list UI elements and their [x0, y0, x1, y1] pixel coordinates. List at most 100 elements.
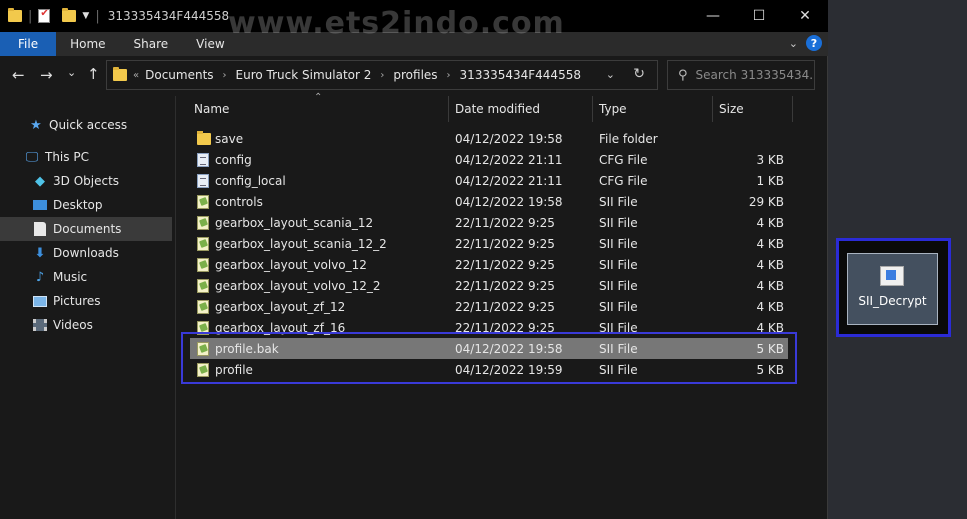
expand-ribbon-icon[interactable]: ⌄	[789, 37, 798, 50]
breadcrumb-overflow-icon[interactable]: «	[133, 70, 139, 81]
sidebar-item-label: This PC	[45, 150, 89, 164]
sidebar-item-label: Quick access	[49, 118, 128, 132]
file-name: gearbox_layout_scania_12_2	[215, 236, 387, 251]
address-dropdown-icon[interactable]: ⌄	[606, 68, 615, 81]
toolbar-divider: |	[28, 8, 33, 24]
breadcrumb-ets2[interactable]: Euro Truck Simulator 2	[236, 68, 372, 82]
search-placeholder: Search 313335434...	[695, 68, 814, 82]
chevron-right-icon[interactable]: ›	[447, 70, 451, 81]
cfg-file-icon	[197, 173, 209, 188]
file-list: ⌃ Name Date modified Type Size save 04/12…	[176, 92, 828, 519]
cube-icon: ◆	[35, 173, 45, 189]
file-row[interactable]: gearbox_layout_volvo_12 22/11/2022 9:25 SI…	[190, 254, 788, 275]
file-date-modified: 22/11/2022 9:25	[455, 257, 555, 272]
tab-file[interactable]: File	[0, 32, 57, 56]
window-controls: — ☐ ✕	[690, 0, 828, 32]
sidebar-item-desktop[interactable]: Desktop	[0, 193, 172, 217]
properties-icon[interactable]	[38, 8, 51, 23]
minimize-button[interactable]: —	[690, 0, 736, 32]
sidebar-item-music[interactable]: ♪ Music	[0, 265, 172, 289]
breadcrumb-profiles[interactable]: profiles	[393, 68, 437, 82]
explorer-window: | ▼ | 313335434F444558 — ☐ ✕ File Home S…	[0, 0, 828, 519]
application-icon[interactable]	[880, 266, 904, 286]
file-date-modified: 22/11/2022 9:25	[455, 215, 555, 230]
file-date-modified: 22/11/2022 9:25	[455, 278, 555, 293]
file-date-modified: 04/12/2022 19:58	[455, 194, 563, 209]
chevron-right-icon[interactable]: ›	[223, 70, 227, 81]
sii-file-icon	[197, 236, 209, 251]
folder-icon	[8, 8, 22, 22]
sidebar-item-label: Downloads	[53, 246, 119, 260]
file-type: SII File	[599, 194, 638, 209]
address-bar[interactable]: « Documents › Euro Truck Simulator 2 › p…	[106, 60, 658, 90]
sidebar-item-pictures[interactable]: Pictures	[0, 289, 172, 313]
shortcut-label[interactable]: SII_Decrypt	[847, 294, 938, 308]
file-row[interactable]: gearbox_layout_scania_12_2 22/11/2022 9:2…	[190, 233, 788, 254]
file-name: save	[215, 131, 244, 146]
address-folder-icon	[113, 67, 127, 81]
column-header-size[interactable]: Size	[713, 96, 793, 122]
file-row[interactable]: config 04/12/2022 21:11 CFG File 3 KB	[190, 149, 788, 170]
breadcrumb-documents[interactable]: Documents	[145, 68, 213, 82]
file-size: 1 KB	[756, 173, 784, 188]
quick-access-toolbar: | ▼ |	[8, 8, 102, 24]
file-row[interactable]: config_local 04/12/2022 21:11 CFG File 1 KB	[190, 170, 788, 191]
tab-share[interactable]: Share	[120, 32, 183, 56]
file-type: SII File	[599, 236, 638, 251]
music-icon: ♪	[35, 269, 45, 285]
file-type: File folder	[599, 131, 658, 146]
videos-icon	[32, 318, 48, 332]
back-button[interactable]: ←	[12, 66, 25, 84]
sidebar-item-documents[interactable]: Documents	[0, 217, 172, 241]
up-button[interactable]: ↑	[87, 65, 100, 83]
recent-locations-button[interactable]: ⌄	[67, 66, 76, 79]
sidebar-item-downloads[interactable]: ⬇ Downloads	[0, 241, 172, 265]
sii-file-icon	[197, 278, 209, 293]
customize-toolbar-icon[interactable]: ▼	[82, 11, 89, 21]
refresh-icon[interactable]: ↻	[633, 66, 645, 82]
file-name: gearbox_layout_volvo_12_2	[215, 278, 381, 293]
sidebar-item-label: 3D Objects	[53, 174, 120, 188]
file-size: 4 KB	[756, 215, 784, 230]
pictures-icon	[32, 294, 48, 308]
new-folder-icon[interactable]	[62, 8, 77, 22]
sidebar-item-3d-objects[interactable]: ◆ 3D Objects	[0, 169, 172, 193]
sidebar-item-label: Desktop	[53, 198, 103, 212]
file-size: 4 KB	[756, 236, 784, 251]
file-name: gearbox_layout_volvo_12	[215, 257, 367, 272]
window-title: 313335434F444558	[107, 9, 230, 23]
tab-view[interactable]: View	[182, 32, 238, 56]
maximize-button[interactable]: ☐	[736, 0, 782, 32]
chevron-right-icon[interactable]: ›	[380, 70, 384, 81]
sidebar-item-this-pc[interactable]: 🖵 This PC	[0, 145, 172, 169]
star-icon: ★	[30, 117, 42, 133]
file-size: 4 KB	[756, 257, 784, 272]
help-icon[interactable]: ?	[806, 35, 822, 51]
sidebar-item-videos[interactable]: Videos	[0, 313, 172, 337]
file-name: gearbox_layout_zf_12	[215, 299, 346, 314]
column-header-type[interactable]: Type	[593, 96, 713, 122]
file-row[interactable]: controls 04/12/2022 19:58 SII File 29 KB	[190, 191, 788, 212]
tab-home[interactable]: Home	[56, 32, 119, 56]
file-date-modified: 22/11/2022 9:25	[455, 299, 555, 314]
sidebar-item-quick-access[interactable]: ★ Quick access	[0, 113, 172, 137]
forward-button[interactable]: →	[40, 66, 53, 84]
title-divider: |	[95, 8, 100, 24]
file-row[interactable]: save 04/12/2022 19:58 File folder	[190, 128, 788, 149]
file-row[interactable]: gearbox_layout_volvo_12_2 22/11/2022 9:25…	[190, 275, 788, 296]
desktop-shortcut[interactable]	[847, 253, 938, 325]
file-size: 29 KB	[748, 194, 784, 209]
file-row[interactable]: gearbox_layout_zf_12 22/11/2022 9:25 SII F…	[190, 296, 788, 317]
close-button[interactable]: ✕	[782, 0, 828, 32]
file-row[interactable]: gearbox_layout_scania_12 22/11/2022 9:25 S…	[190, 212, 788, 233]
ribbon-right: ⌄ ?	[789, 35, 822, 51]
column-header-name[interactable]: Name	[188, 96, 449, 122]
column-header-date[interactable]: Date modified	[449, 96, 593, 122]
breadcrumb-current[interactable]: 313335434F444558	[460, 68, 581, 82]
highlight-annotation	[181, 332, 797, 384]
search-input[interactable]: ⚲ Search 313335434...	[667, 60, 815, 90]
search-icon: ⚲	[678, 67, 688, 83]
file-size: 4 KB	[756, 299, 784, 314]
cfg-file-icon	[197, 152, 209, 167]
file-type: SII File	[599, 299, 638, 314]
